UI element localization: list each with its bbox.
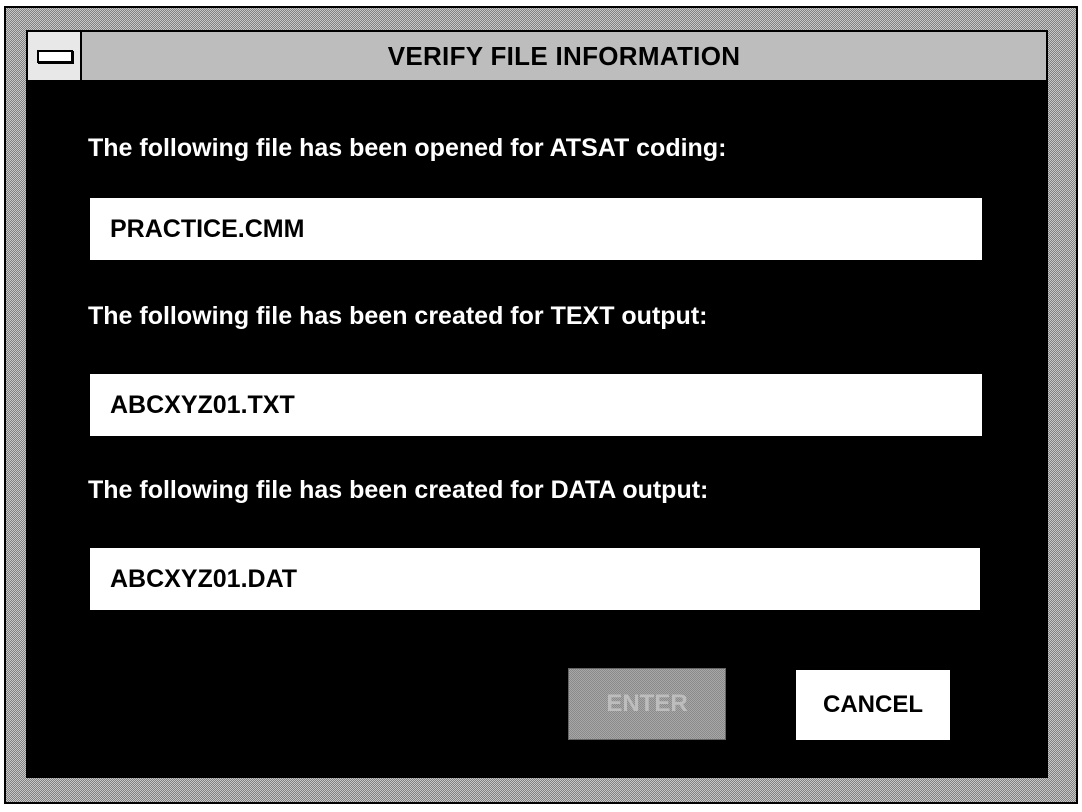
dialog-title: VERIFY FILE INFORMATION (387, 41, 741, 71)
verify-file-dialog: VERIFY FILE INFORMATION The following fi… (4, 6, 1078, 804)
system-menu-icon[interactable] (28, 32, 82, 80)
title-bar[interactable]: VERIFY FILE INFORMATION (26, 30, 1048, 82)
text-output-label: The following file has been created for … (88, 302, 708, 330)
system-menu-bar (37, 50, 73, 63)
coding-file-label: The following file has been opened for A… (88, 134, 727, 162)
cancel-button[interactable]: CANCEL (796, 670, 950, 740)
coding-file-field[interactable]: PRACTICE.CMM (90, 198, 982, 260)
text-output-field[interactable]: ABCXYZ01.TXT (90, 374, 982, 436)
data-output-label: The following file has been created for … (88, 476, 709, 504)
dialog-body: The following file has been opened for A… (26, 82, 1048, 778)
data-output-field[interactable]: ABCXYZ01.DAT (90, 548, 980, 610)
enter-button[interactable]: ENTER (568, 668, 726, 740)
